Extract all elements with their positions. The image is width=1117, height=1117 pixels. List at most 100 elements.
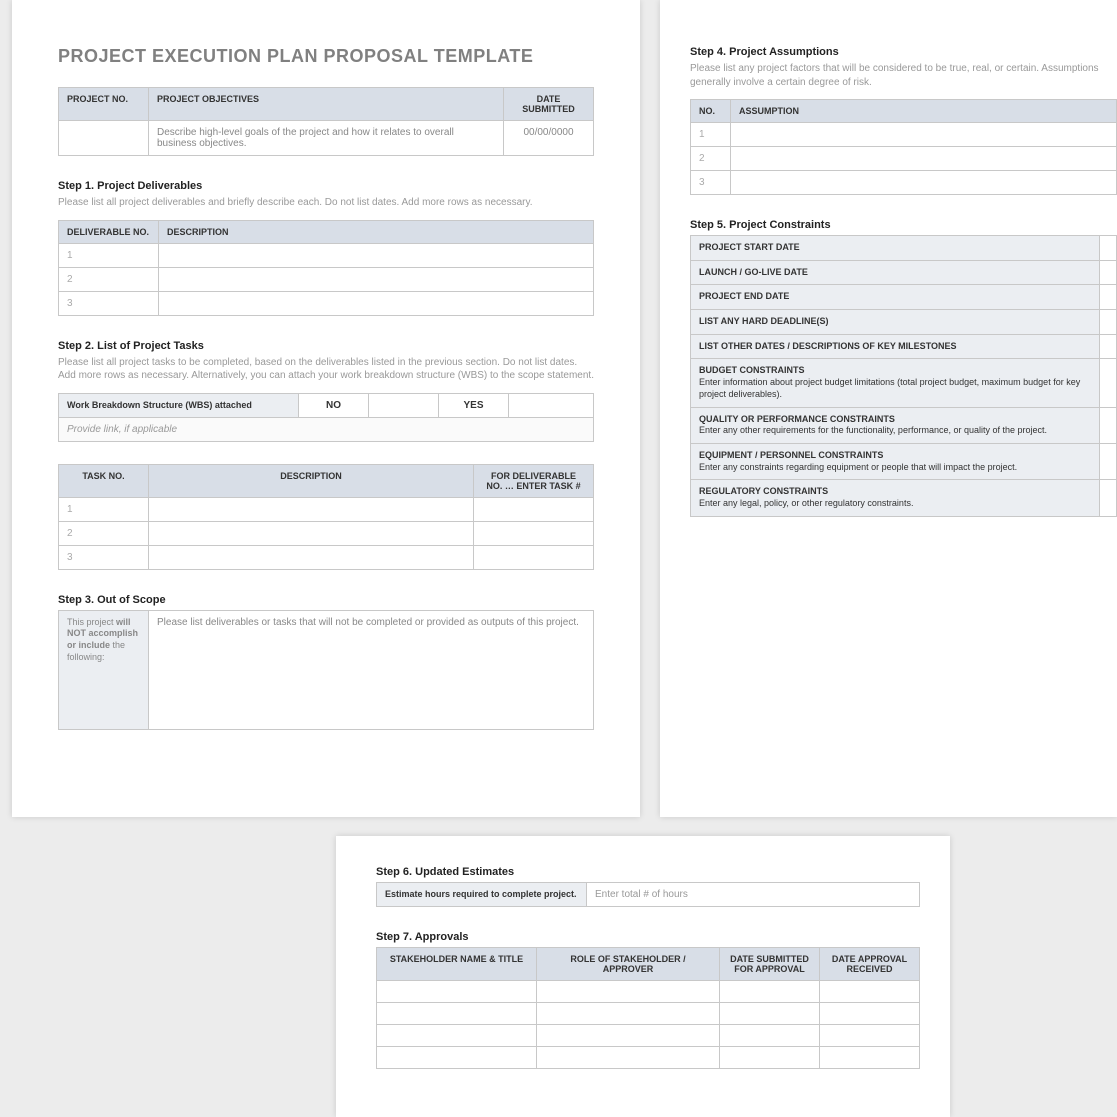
appr-cell[interactable] [377, 1047, 537, 1069]
appr-cell[interactable] [720, 1025, 820, 1047]
th-project-no: PROJECT NO. [59, 88, 149, 121]
deliverables-table: DELIVERABLE NO. DESCRIPTION 1 2 3 [58, 220, 594, 316]
appr-cell[interactable] [537, 981, 720, 1003]
appr-cell[interactable] [537, 1003, 720, 1025]
th-date-received: DATE APPROVAL RECEIVED [820, 948, 920, 981]
constraint-label: PROJECT START DATE [691, 236, 1100, 261]
assump-row-text[interactable] [731, 123, 1117, 147]
constraint-label: LIST ANY HARD DEADLINE(S) [691, 310, 1100, 335]
th-task-desc: DESCRIPTION [149, 464, 474, 497]
assumptions-table: NO. ASSUMPTION 1 2 3 [690, 99, 1117, 195]
step3-title: Step 3. Out of Scope [58, 594, 594, 606]
deliv-row-desc[interactable] [159, 291, 594, 315]
estimate-label: Estimate hours required to complete proj… [377, 883, 587, 907]
constraints-table: PROJECT START DATELAUNCH / GO-LIVE DATEP… [690, 235, 1117, 517]
constraint-value[interactable] [1100, 334, 1117, 359]
assump-row-no: 3 [691, 171, 731, 195]
deliv-row-no: 3 [59, 291, 159, 315]
wbs-no-check[interactable] [369, 393, 439, 417]
th-date-submitted: DATE SUBMITTED FOR APPROVAL [720, 948, 820, 981]
constraint-value[interactable] [1100, 260, 1117, 285]
step4-title: Step 4. Project Assumptions [690, 46, 1117, 58]
wbs-yes-label: YES [439, 393, 509, 417]
th-date-submitted: DATE SUBMITTED [504, 88, 594, 121]
task-row-deliv[interactable] [474, 521, 594, 545]
page-2: Step 4. Project Assumptions Please list … [660, 0, 1117, 817]
step7-title: Step 7. Approvals [376, 931, 920, 943]
step2-title: Step 2. List of Project Tasks [58, 340, 594, 352]
cell-date-submitted[interactable]: 00/00/0000 [504, 121, 594, 156]
page-1: PROJECT EXECUTION PLAN PROPOSAL TEMPLATE… [12, 0, 640, 817]
th-task-deliv: FOR DELIVERABLE NO. … ENTER TASK # [474, 464, 594, 497]
constraint-label: PROJECT END DATE [691, 285, 1100, 310]
appr-cell[interactable] [377, 1003, 537, 1025]
appr-cell[interactable] [537, 1047, 720, 1069]
cell-project-objectives[interactable]: Describe high-level goals of the project… [149, 121, 504, 156]
task-row-desc[interactable] [149, 521, 474, 545]
appr-cell[interactable] [377, 981, 537, 1003]
th-deliverable-desc: DESCRIPTION [159, 220, 594, 243]
th-task-no: TASK NO. [59, 464, 149, 497]
wbs-table: Work Breakdown Structure (WBS) attached … [58, 393, 594, 442]
assump-row-no: 1 [691, 123, 731, 147]
th-project-objectives: PROJECT OBJECTIVES [149, 88, 504, 121]
deliv-row-desc[interactable] [159, 243, 594, 267]
step4-desc: Please list any project factors that wil… [690, 62, 1117, 89]
cell-project-no[interactable] [59, 121, 149, 156]
constraint-value[interactable] [1100, 480, 1117, 516]
constraint-value[interactable] [1100, 359, 1117, 407]
task-row-desc[interactable] [149, 545, 474, 569]
deliv-row-no: 1 [59, 243, 159, 267]
step1-title: Step 1. Project Deliverables [58, 180, 594, 192]
constraint-value[interactable] [1100, 285, 1117, 310]
task-row-no: 2 [59, 521, 149, 545]
assump-row-text[interactable] [731, 147, 1117, 171]
constraint-value[interactable] [1100, 236, 1117, 261]
th-assumption: ASSUMPTION [731, 100, 1117, 123]
constraint-label: REGULATORY CONSTRAINTSEnter any legal, p… [691, 480, 1100, 516]
th-stakeholder-name: STAKEHOLDER NAME & TITLE [377, 948, 537, 981]
appr-cell[interactable] [720, 1003, 820, 1025]
appr-cell[interactable] [720, 1047, 820, 1069]
constraint-label: LAUNCH / GO-LIVE DATE [691, 260, 1100, 285]
wbs-link-cell[interactable]: Provide link, if applicable [59, 417, 594, 441]
step1-desc: Please list all project deliverables and… [58, 196, 594, 210]
appr-cell[interactable] [820, 1003, 920, 1025]
step5-title: Step 5. Project Constraints [690, 219, 1117, 231]
wbs-yes-check[interactable] [509, 393, 594, 417]
project-info-table: PROJECT NO. PROJECT OBJECTIVES DATE SUBM… [58, 87, 594, 156]
approvals-table: STAKEHOLDER NAME & TITLE ROLE OF STAKEHO… [376, 947, 920, 1069]
estimate-value[interactable]: Enter total # of hours [587, 883, 920, 907]
wbs-no-label: NO [299, 393, 369, 417]
scope-right-text[interactable]: Please list deliverables or tasks that w… [149, 610, 594, 729]
task-row-no: 3 [59, 545, 149, 569]
task-row-deliv[interactable] [474, 545, 594, 569]
constraint-label: EQUIPMENT / PERSONNEL CONSTRAINTSEnter a… [691, 443, 1100, 479]
constraint-value[interactable] [1100, 407, 1117, 443]
appr-cell[interactable] [720, 981, 820, 1003]
task-row-desc[interactable] [149, 497, 474, 521]
th-assumption-no: NO. [691, 100, 731, 123]
task-row-deliv[interactable] [474, 497, 594, 521]
document-title: PROJECT EXECUTION PLAN PROPOSAL TEMPLATE [58, 46, 594, 67]
scope-left-label: This project will NOT accomplish or incl… [59, 610, 149, 729]
appr-cell[interactable] [820, 1025, 920, 1047]
appr-cell[interactable] [820, 1047, 920, 1069]
assump-row-text[interactable] [731, 171, 1117, 195]
task-row-no: 1 [59, 497, 149, 521]
assump-row-no: 2 [691, 147, 731, 171]
estimates-table: Estimate hours required to complete proj… [376, 882, 920, 907]
tasks-table: TASK NO. DESCRIPTION FOR DELIVERABLE NO.… [58, 464, 594, 570]
appr-cell[interactable] [820, 981, 920, 1003]
constraint-value[interactable] [1100, 310, 1117, 335]
step2-desc: Please list all project tasks to be comp… [58, 356, 594, 383]
appr-cell[interactable] [537, 1025, 720, 1047]
constraint-value[interactable] [1100, 443, 1117, 479]
constraint-label: QUALITY OR PERFORMANCE CONSTRAINTSEnter … [691, 407, 1100, 443]
deliv-row-desc[interactable] [159, 267, 594, 291]
constraint-label: BUDGET CONSTRAINTSEnter information abou… [691, 359, 1100, 407]
page-3: Step 6. Updated Estimates Estimate hours… [336, 836, 950, 1117]
scope-table: This project will NOT accomplish or incl… [58, 610, 594, 730]
th-deliverable-no: DELIVERABLE NO. [59, 220, 159, 243]
appr-cell[interactable] [377, 1025, 537, 1047]
